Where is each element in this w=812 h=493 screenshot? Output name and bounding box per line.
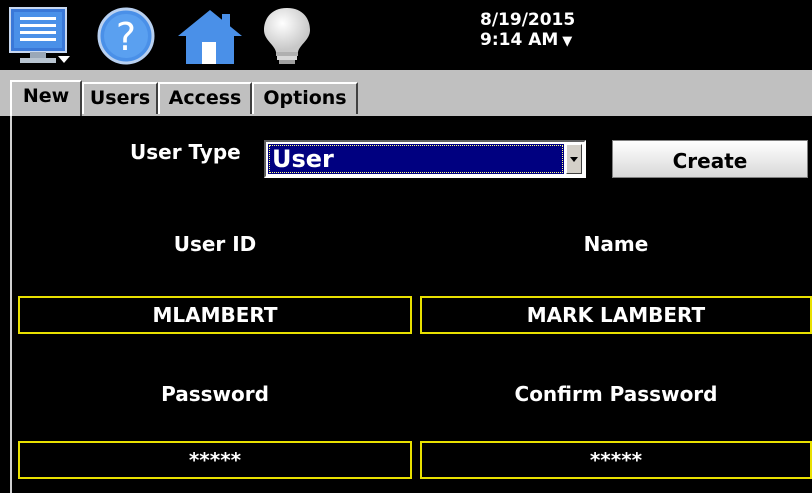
chevron-down-icon[interactable]	[566, 144, 582, 174]
lightbulb-icon[interactable]	[256, 6, 318, 66]
tab-users[interactable]: Users	[82, 82, 158, 114]
user-id-field[interactable]: MLAMBERT	[18, 296, 412, 334]
svg-text:?: ?	[116, 15, 136, 59]
monitor-menu-icon[interactable]	[8, 6, 72, 66]
top-toolbar: ? 8/19/2015 9:14 AM ▼	[0, 0, 812, 70]
tab-options[interactable]: Options	[252, 82, 358, 114]
create-button[interactable]: Create	[612, 140, 808, 178]
user-id-label: User ID	[173, 232, 257, 256]
name-field[interactable]: MARK LAMBERT	[420, 296, 812, 334]
home-icon[interactable]	[174, 6, 246, 66]
user-type-value: User	[268, 144, 564, 174]
date-time-display[interactable]: 8/19/2015 9:14 AM ▼	[480, 10, 575, 52]
tab-access[interactable]: Access	[158, 82, 252, 114]
confirm-password-field[interactable]: *****	[420, 441, 812, 479]
confirm-password-label: Confirm Password	[514, 382, 718, 406]
panel-border	[10, 116, 12, 493]
password-field[interactable]: *****	[18, 441, 412, 479]
password-label: Password	[161, 382, 269, 406]
tab-new[interactable]: New	[10, 80, 82, 116]
date-text: 8/19/2015	[480, 10, 576, 30]
name-label: Name	[583, 232, 649, 256]
help-icon[interactable]: ?	[92, 6, 164, 66]
time-text: 9:14 AM	[480, 30, 559, 50]
user-type-label: User Type	[130, 140, 241, 164]
user-type-select[interactable]: User	[264, 140, 586, 178]
dropdown-arrow-icon[interactable]: ▼	[562, 34, 572, 49]
